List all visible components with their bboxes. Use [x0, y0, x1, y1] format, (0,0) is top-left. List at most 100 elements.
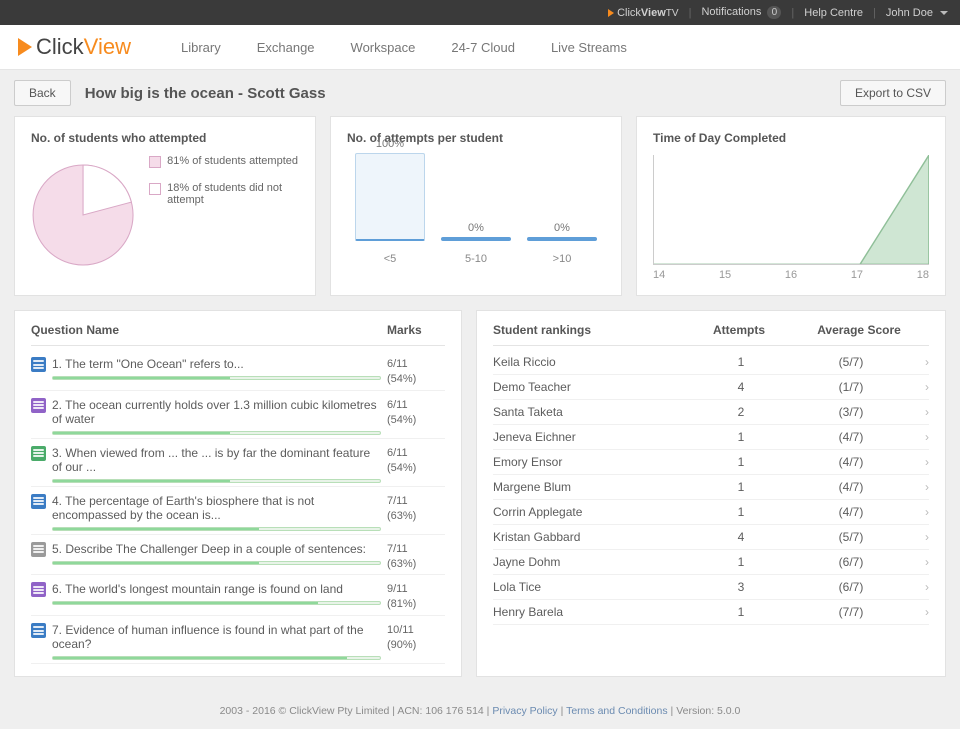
- page-title: How big is the ocean - Scott Gass: [85, 85, 826, 102]
- question-type-icon: [31, 623, 46, 638]
- legend-label-not-attempted: 18% of students did not attempt: [167, 182, 299, 206]
- question-marks: 9/11(81%): [387, 582, 445, 612]
- bar-bin-gt10: 0% >10: [527, 222, 597, 265]
- question-type-icon: [31, 494, 46, 509]
- notifications-link[interactable]: Notifications 0: [701, 6, 781, 19]
- bar-value: 100%: [355, 138, 425, 150]
- nav-247cloud[interactable]: 24-7 Cloud: [451, 40, 515, 55]
- question-text-cell: 7. Evidence of human influence is found …: [52, 623, 381, 660]
- student-score: (4/7): [791, 505, 911, 519]
- export-csv-button[interactable]: Export to CSV: [840, 80, 946, 106]
- x-label: 14: [653, 269, 665, 281]
- card-title: No. of students who attempted: [31, 131, 299, 145]
- footer-terms-link[interactable]: Terms and Conditions: [566, 705, 668, 717]
- play-icon: [18, 38, 32, 56]
- chevron-right-icon: ›: [911, 430, 929, 444]
- col-student: Student rankings: [493, 323, 689, 337]
- question-row[interactable]: 6. The world's longest mountain range is…: [31, 575, 445, 616]
- nav-workspace[interactable]: Workspace: [351, 40, 416, 55]
- student-attempts: 1: [691, 480, 791, 494]
- student-name: Margene Blum: [493, 480, 691, 494]
- questions-panel: Question Name Marks 1. The term "One Oce…: [14, 310, 462, 677]
- x-label: 17: [851, 269, 863, 281]
- student-score: (4/7): [791, 430, 911, 444]
- question-text: 5. Describe The Challenger Deep in a cou…: [52, 542, 381, 556]
- play-icon: [608, 9, 614, 17]
- ranking-row[interactable]: Kristan Gabbard4(5/7)›: [493, 525, 929, 550]
- question-text: 7. Evidence of human influence is found …: [52, 623, 381, 651]
- chevron-right-icon: ›: [911, 355, 929, 369]
- question-progress-bar: [52, 601, 381, 605]
- bar-bin-5-10: 0% 5-10: [441, 222, 511, 265]
- question-type-icon: [31, 357, 46, 372]
- ranking-row[interactable]: Jayne Dohm1(6/7)›: [493, 550, 929, 575]
- user-menu[interactable]: John Doe: [886, 7, 948, 19]
- ranking-row[interactable]: Emory Ensor1(4/7)›: [493, 450, 929, 475]
- question-row[interactable]: 4. The percentage of Earth's biosphere t…: [31, 487, 445, 535]
- question-progress-bar: [52, 527, 381, 531]
- student-score: (5/7): [791, 355, 911, 369]
- question-row[interactable]: 7. Evidence of human influence is found …: [31, 616, 445, 664]
- questions-header: Question Name Marks: [31, 323, 445, 346]
- question-row[interactable]: 3. When viewed from ... the ... is by fa…: [31, 439, 445, 487]
- ranking-row[interactable]: Margene Blum1(4/7)›: [493, 475, 929, 500]
- nav-live-streams[interactable]: Live Streams: [551, 40, 627, 55]
- ranking-row[interactable]: Keila Riccio1(5/7)›: [493, 350, 929, 375]
- bar-bin-lt5: 100% <5: [355, 138, 425, 265]
- question-row[interactable]: 5. Describe The Challenger Deep in a cou…: [31, 535, 445, 576]
- question-text: 4. The percentage of Earth's biosphere t…: [52, 494, 381, 522]
- card-attempts-per-student: No. of attempts per student 100% <5 0% 5…: [330, 116, 622, 296]
- footer-privacy-link[interactable]: Privacy Policy: [492, 705, 557, 717]
- card-time-of-day: Time of Day Completed 14 15 16 17 18: [636, 116, 946, 296]
- question-text-cell: 4. The percentage of Earth's biosphere t…: [52, 494, 381, 531]
- area-chart: [653, 155, 929, 265]
- student-score: (1/7): [791, 380, 911, 394]
- question-progress-bar: [52, 561, 381, 565]
- nav-exchange[interactable]: Exchange: [257, 40, 315, 55]
- student-attempts: 4: [691, 530, 791, 544]
- clickview-tv-link[interactable]: ClickViewTV: [608, 7, 679, 19]
- ranking-row[interactable]: Corrin Applegate1(4/7)›: [493, 500, 929, 525]
- chevron-right-icon: ›: [911, 480, 929, 494]
- question-type-icon: [31, 582, 46, 597]
- rankings-header: Student rankings Attempts Average Score: [493, 323, 929, 346]
- student-name: Jeneva Eichner: [493, 430, 691, 444]
- student-name: Lola Tice: [493, 580, 691, 594]
- nav-library[interactable]: Library: [181, 40, 221, 55]
- help-centre-link[interactable]: Help Centre: [804, 7, 863, 19]
- question-text-cell: 3. When viewed from ... the ... is by fa…: [52, 446, 381, 483]
- x-label: 16: [785, 269, 797, 281]
- chevron-down-icon: [940, 11, 948, 15]
- ranking-row[interactable]: Henry Barela1(7/7)›: [493, 600, 929, 625]
- student-score: (4/7): [791, 455, 911, 469]
- chevron-right-icon: ›: [911, 380, 929, 394]
- student-name: Jayne Dohm: [493, 555, 691, 569]
- chevron-right-icon: ›: [911, 555, 929, 569]
- bottom-panels-row: Question Name Marks 1. The term "One Oce…: [14, 310, 946, 677]
- question-type-icon: [31, 542, 46, 557]
- student-name: Kristan Gabbard: [493, 530, 691, 544]
- ranking-row[interactable]: Santa Taketa2(3/7)›: [493, 400, 929, 425]
- question-marks: 10/11(90%): [387, 623, 445, 653]
- ranking-row[interactable]: Jeneva Eichner1(4/7)›: [493, 425, 929, 450]
- question-text: 3. When viewed from ... the ... is by fa…: [52, 446, 381, 474]
- topbar-separator: |: [689, 7, 692, 19]
- brand-logo[interactable]: ClickView: [18, 34, 131, 60]
- question-progress-bar: [52, 656, 381, 660]
- question-row[interactable]: 1. The term "One Ocean" refers to...6/11…: [31, 350, 445, 391]
- student-attempts: 1: [691, 555, 791, 569]
- student-name: Santa Taketa: [493, 405, 691, 419]
- ranking-row[interactable]: Lola Tice3(6/7)›: [493, 575, 929, 600]
- col-marks: Marks: [387, 323, 445, 337]
- student-attempts: 2: [691, 405, 791, 419]
- bar-label: <5: [355, 253, 425, 265]
- pie-chart: [31, 155, 135, 275]
- student-score: (3/7): [791, 405, 911, 419]
- ranking-row[interactable]: Demo Teacher4(1/7)›: [493, 375, 929, 400]
- card-title: Time of Day Completed: [653, 131, 929, 145]
- topbar-separator: |: [791, 7, 794, 19]
- back-button[interactable]: Back: [14, 80, 71, 106]
- legend-swatch-attempted: [149, 156, 161, 168]
- question-row[interactable]: 2. The ocean currently holds over 1.3 mi…: [31, 391, 445, 439]
- student-name: Demo Teacher: [493, 380, 691, 394]
